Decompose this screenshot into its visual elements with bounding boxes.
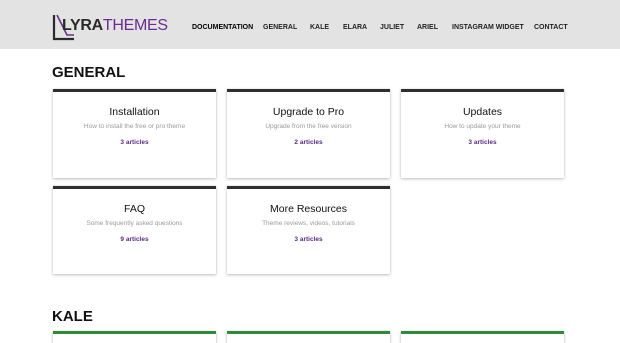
- section-title-general: GENERAL: [52, 64, 126, 81]
- card-updates[interactable]: Updates How to update your theme 3 artic…: [401, 89, 564, 178]
- nav-elara[interactable]: ELARA: [343, 24, 367, 31]
- card-kale-2[interactable]: [227, 331, 390, 343]
- card-title: Installation: [109, 106, 160, 118]
- logo-text: LYRATHEMES: [62, 17, 168, 35]
- nav-contact[interactable]: CONTACT: [534, 24, 568, 31]
- card-description: How to update your theme: [444, 123, 521, 130]
- nav-kale[interactable]: KALE: [310, 24, 329, 31]
- card-installation[interactable]: Installation How to install the free or …: [53, 89, 216, 178]
- card-article-count[interactable]: 9 articles: [53, 236, 216, 243]
- card-faq[interactable]: FAQ Some frequently asked questions 9 ar…: [53, 186, 216, 274]
- card-title: Upgrade to Pro: [272, 106, 345, 118]
- nav-juliet[interactable]: JULIET: [380, 24, 404, 31]
- card-more-resources[interactable]: More Resources Theme reviews, videos, tu…: [227, 186, 390, 274]
- card-title: FAQ: [123, 203, 145, 215]
- card-kale-3[interactable]: [401, 331, 564, 343]
- site-logo[interactable]: LYRATHEMES: [52, 13, 168, 41]
- nav-documentation[interactable]: DOCUMENTATION: [192, 24, 253, 31]
- card-description: How to install the free or pro theme: [83, 123, 186, 130]
- logo-text-lyra: LYRA: [62, 17, 103, 34]
- card-article-count[interactable]: 3 articles: [53, 139, 216, 146]
- section-title-kale: KALE: [52, 308, 93, 325]
- site-header: LYRATHEMES DOCUMENTATION GENERAL KALE EL…: [0, 0, 620, 49]
- card-upgrade-to-pro[interactable]: Upgrade to Pro Upgrade from the free ver…: [227, 89, 390, 178]
- card-description: Theme reviews, videos, tutorials: [262, 220, 355, 227]
- card-article-count[interactable]: 3 articles: [401, 139, 564, 146]
- nav-ariel[interactable]: ARIEL: [417, 24, 438, 31]
- card-article-count[interactable]: 2 articles: [227, 139, 390, 146]
- card-title: Updates: [462, 106, 503, 118]
- logo-text-themes: THEMES: [102, 17, 168, 34]
- nav-instagram-widget[interactable]: INSTAGRAM WIDGET: [452, 24, 524, 31]
- card-description: Some frequently asked questions: [86, 220, 183, 227]
- nav-general[interactable]: GENERAL: [263, 24, 297, 31]
- card-kale-1[interactable]: [53, 331, 216, 343]
- card-description: Upgrade from the free version: [265, 123, 352, 130]
- card-article-count[interactable]: 3 articles: [227, 236, 390, 243]
- card-title: More Resources: [269, 203, 348, 215]
